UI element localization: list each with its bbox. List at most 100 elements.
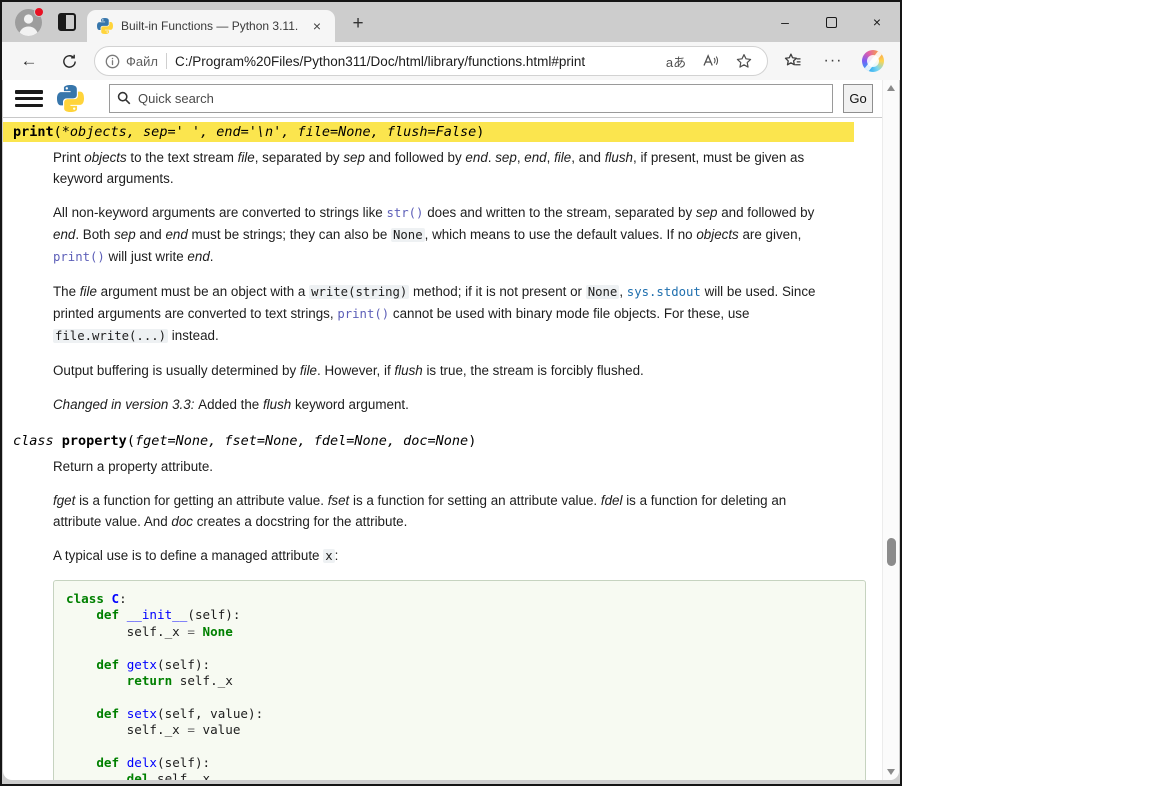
code-link[interactable]: print() — [53, 250, 105, 264]
text-run: sep — [343, 150, 365, 165]
site-info[interactable]: Файл — [105, 54, 158, 69]
text-run: (self): — [187, 607, 240, 622]
scroll-down-button[interactable] — [883, 764, 900, 780]
text-run — [66, 706, 96, 721]
code-example-block: class C: def __init__(self): self._x = N… — [53, 580, 866, 780]
code-link[interactable]: print() — [337, 307, 389, 321]
text-run: (self): — [157, 755, 210, 770]
text-run: fget=None, fset=None, fdel=None, doc=Non… — [135, 433, 468, 449]
text-run: keyword argument. — [291, 397, 409, 412]
text-run: All non-keyword arguments are converted … — [53, 205, 386, 220]
search-go-button[interactable]: Go — [843, 84, 873, 113]
code-link[interactable]: str() — [386, 206, 423, 220]
copilot-icon — [862, 50, 884, 72]
new-tab-button[interactable]: + — [346, 13, 370, 35]
text-run — [66, 771, 127, 780]
browser-toolbar: ← Файл C:/Program%20Files/Python311/Doc/… — [2, 42, 900, 80]
text-run: Output buffering is usually determined b… — [53, 363, 300, 378]
text-run: self._x — [172, 673, 233, 688]
text-run: = — [187, 722, 195, 737]
text-run: def — [96, 706, 119, 721]
code-line — [66, 739, 853, 755]
text-run: end — [53, 227, 75, 242]
refresh-icon — [61, 53, 78, 70]
tab-actions-menu-icon[interactable] — [58, 13, 76, 31]
text-run: does and written to the stream, separate… — [423, 205, 695, 220]
favorite-star-icon[interactable] — [731, 48, 757, 74]
text-run: , — [547, 150, 554, 165]
favorites-collections-icon[interactable] — [778, 46, 808, 76]
url-text[interactable]: C:/Program%20Files/Python311/Doc/html/li… — [175, 54, 655, 69]
quick-search-input[interactable] — [109, 84, 833, 113]
text-run: and followed by — [365, 150, 466, 165]
doc-content: print(*objects, sep=' ', end='\n', file=… — [3, 118, 882, 780]
code-line: def __init__(self): — [66, 607, 853, 623]
text-run — [66, 673, 127, 688]
text-run: , — [619, 284, 626, 299]
address-bar[interactable]: Файл C:/Program%20Files/Python311/Doc/ht… — [94, 46, 768, 76]
text-run — [104, 591, 112, 606]
maximize-button[interactable] — [808, 2, 854, 42]
text-run: None — [391, 228, 425, 242]
code-line: def getx(self): — [66, 657, 853, 673]
text-run: sep — [114, 227, 136, 242]
menu-icon[interactable] — [15, 89, 43, 108]
text-run: Print — [53, 150, 84, 165]
text-run: Changed in version 3.3: — [53, 397, 198, 412]
browser-window: Built-in Functions — Python 3.11. × + – … — [0, 0, 902, 786]
text-run: . Both — [75, 227, 114, 242]
refresh-button[interactable] — [54, 46, 84, 76]
text-run — [66, 755, 96, 770]
text-run: will just write — [105, 249, 188, 264]
text-run: : — [119, 591, 127, 606]
close-button[interactable]: × — [854, 2, 900, 42]
text-run — [66, 657, 96, 672]
text-run: file — [238, 150, 255, 165]
text-run: None — [203, 624, 233, 639]
code-line: del self._x — [66, 771, 853, 780]
browser-titlebar: Built-in Functions — Python 3.11. × + – … — [2, 2, 900, 42]
text-run: sep — [495, 150, 517, 165]
back-button[interactable]: ← — [14, 46, 44, 76]
text-run: objects — [696, 227, 738, 242]
code-link[interactable]: sys.stdout — [627, 285, 701, 299]
text-run: fget — [53, 493, 75, 508]
doc-paragraph: Return a property attribute. — [53, 456, 820, 477]
copilot-button[interactable] — [858, 46, 888, 76]
code-line: self._x = value — [66, 722, 853, 738]
doc-paragraph: fget is a function for getting an attrib… — [53, 490, 820, 532]
info-icon — [105, 54, 120, 69]
text-run: : — [335, 548, 339, 563]
text-run: ( — [54, 124, 62, 140]
text-run: end — [187, 249, 209, 264]
doc-search-bar: Go — [3, 80, 882, 118]
browser-tab[interactable]: Built-in Functions — Python 3.11. × — [87, 10, 335, 42]
text-run: self._x — [66, 722, 187, 737]
text-run: ) — [468, 433, 476, 449]
text-run: property — [62, 433, 127, 449]
text-run: fdel — [601, 493, 623, 508]
property-class-description: Return a property attribute. fget is a fu… — [53, 456, 820, 567]
scrollbar-thumb[interactable] — [887, 538, 896, 566]
scroll-up-button[interactable] — [883, 80, 900, 96]
text-run: delx — [127, 755, 157, 770]
code-line: class C: — [66, 591, 853, 607]
doc-paragraph: All non-keyword arguments are converted … — [53, 202, 820, 268]
text-run: ) — [476, 124, 484, 140]
text-run: write(string) — [309, 285, 409, 299]
text-run: flush — [394, 363, 422, 378]
settings-more-button[interactable]: ··· — [818, 46, 848, 76]
minimize-button[interactable]: – — [762, 2, 808, 42]
text-run: file — [80, 284, 97, 299]
text-run: self._x — [149, 771, 210, 780]
scrollbar-track[interactable] — [882, 80, 899, 780]
profile-avatar[interactable] — [15, 9, 42, 36]
text-run: objects — [84, 150, 126, 165]
tab-close-button[interactable]: × — [309, 17, 325, 35]
text-run: The — [53, 284, 80, 299]
text-run: end — [165, 227, 187, 242]
translate-icon[interactable]: aあ — [663, 48, 689, 74]
text-run: (self, value): — [157, 706, 263, 721]
text-run — [119, 657, 127, 672]
read-aloud-icon[interactable] — [697, 48, 723, 74]
